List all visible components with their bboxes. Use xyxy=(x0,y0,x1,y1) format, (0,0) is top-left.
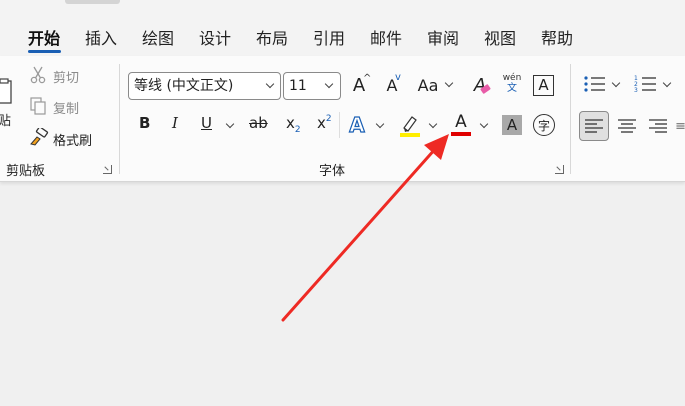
annotation-arrow-icon xyxy=(281,134,449,322)
